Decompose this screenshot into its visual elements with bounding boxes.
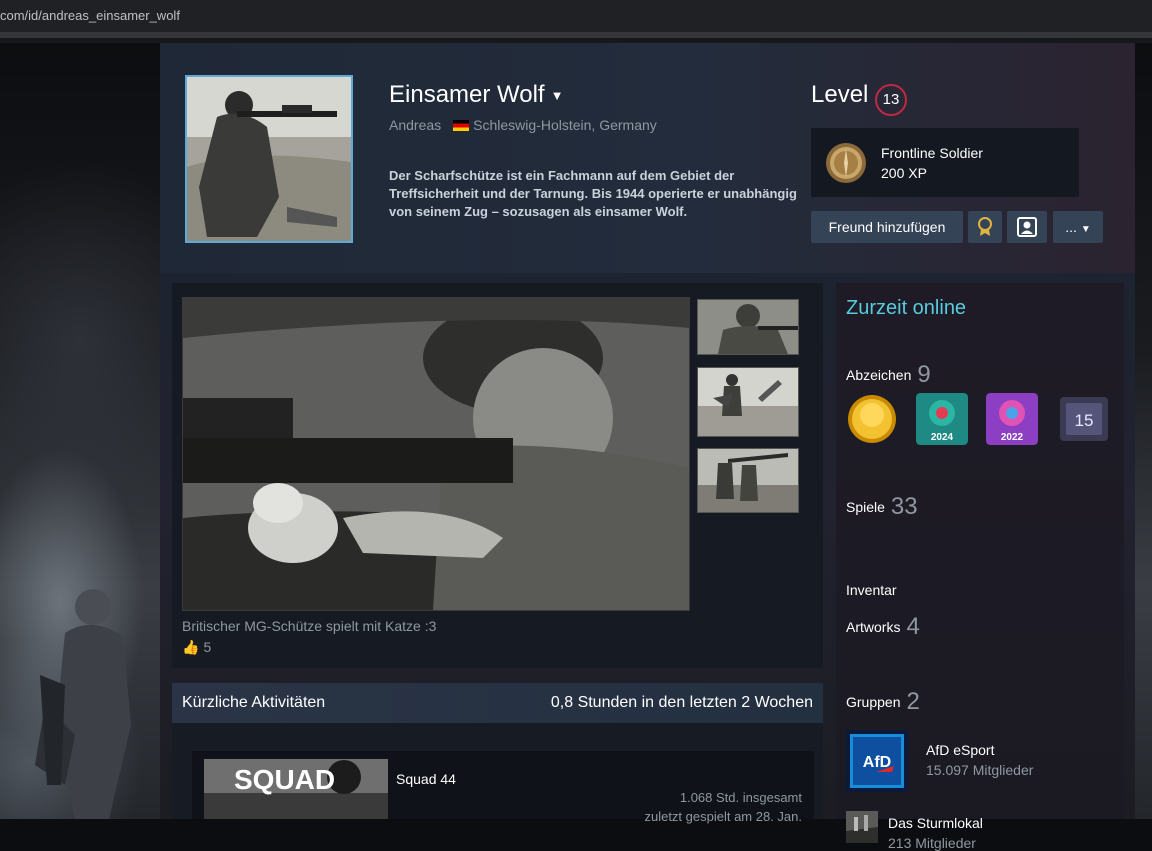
games-link[interactable]: Spiele 33 <box>846 493 918 521</box>
group-members: 213 Mitglieder <box>888 835 976 851</box>
medal-icon <box>826 143 866 183</box>
chevron-down-icon: ▼ <box>1080 224 1091 235</box>
game-capsule[interactable]: SQUAD <box>204 759 388 819</box>
profile-header: Einsamer Wolf ▼ Andreas Schleswig-Holstein… <box>160 43 1135 273</box>
thumbnail-image <box>698 449 798 512</box>
award-button[interactable] <box>968 211 1002 243</box>
real-name: Andreas <box>389 117 442 133</box>
background-soldier-figure <box>35 589 131 819</box>
germany-flag-icon <box>453 120 470 131</box>
avatar-image <box>187 77 351 241</box>
screenshot-caption: Britischer MG-Schütze spielt mit Katze :… <box>182 618 437 634</box>
level-badge[interactable]: 13 <box>875 84 907 116</box>
screenshot-thumbnail[interactable] <box>697 367 799 437</box>
recent-activity-hours: 0,8 Stunden in den letzten 2 Wochen <box>550 694 813 711</box>
group-name[interactable]: AfD eSport <box>926 742 994 758</box>
game-capsule-image: SQUAD <box>204 759 388 819</box>
level-label: Level <box>811 81 869 108</box>
featured-screenshot[interactable] <box>182 297 690 611</box>
game-total-hours: 1.068 Std. insgesamt <box>679 790 802 805</box>
game-name[interactable]: Squad 44 <box>396 771 456 787</box>
group-logo-afd-icon[interactable]: AfD <box>846 730 908 792</box>
more-options-button[interactable]: ... ▼ <box>1053 211 1103 243</box>
steam-2024-badge-icon[interactable]: 2024 <box>916 393 968 445</box>
inventory-label: Inventar <box>846 582 897 598</box>
browser-address-bar[interactable]: com/id/andreas_einsamer_wolf <box>0 0 1152 32</box>
game-last-played: zuletzt gespielt am 28. Jan. <box>644 809 802 824</box>
recent-game-row: SQUAD Squad 44 1.068 Std. insgesamt zule… <box>192 751 814 824</box>
thumbnail-image <box>698 300 798 354</box>
group-name[interactable]: Das Sturmlokal <box>888 815 983 831</box>
groups-count: 2 <box>906 688 920 715</box>
location-text: Schleswig-Holstein, Germany <box>473 117 657 133</box>
game-capsule-text: SQUAD <box>234 764 335 795</box>
badges-label: Abzeichen <box>846 367 912 383</box>
user-icon <box>1017 217 1037 237</box>
persona-name[interactable]: Einsamer Wolf ▼ <box>389 81 563 109</box>
artwork-link[interactable]: Artworks 4 <box>846 613 920 641</box>
avatar[interactable] <box>185 75 353 243</box>
steam-2022-badge-icon[interactable]: 2022 <box>986 393 1038 445</box>
badge-years-text: 15 <box>1075 411 1094 430</box>
games-label: Spiele <box>846 499 885 515</box>
badge-title: Frontline Soldier <box>881 145 983 161</box>
artwork-count: 4 <box>906 613 920 640</box>
thumbnail-image <box>698 368 798 436</box>
years-15-badge-icon[interactable]: 15 <box>1058 393 1110 445</box>
recent-activity-title[interactable]: Kürzliche Aktivitäten <box>182 694 325 712</box>
featured-screenshot-image <box>183 298 689 610</box>
screenshot-thumbnail[interactable] <box>697 299 799 355</box>
recent-activity-body: SQUAD Squad 44 1.068 Std. insgesamt zule… <box>172 723 823 824</box>
recent-activity-header: Kürzliche Aktivitäten 0,8 Stunden in den… <box>172 683 823 723</box>
thumbs-up-icon: 👍 <box>182 639 200 655</box>
screenshot-showcase: Britischer MG-Schütze spielt mit Katze :… <box>172 283 823 668</box>
badge-xp: 200 XP <box>881 165 927 181</box>
profile-sidebar: Zurzeit online Abzeichen 9 2024 2022 15 S… <box>836 283 1124 851</box>
profile-panel: Einsamer Wolf ▼ Andreas Schleswig-Holstein… <box>160 43 1135 851</box>
likes-count: 5 <box>203 639 212 655</box>
badges-link[interactable]: Abzeichen 9 <box>846 361 931 389</box>
groups-label: Gruppen <box>846 694 901 710</box>
screenshot-thumbnail[interactable] <box>697 448 799 513</box>
more-label: ... <box>1065 219 1077 235</box>
award-icon <box>978 217 992 236</box>
persona-name-text: Einsamer Wolf <box>389 81 545 108</box>
real-name-location: Andreas Schleswig-Holstein, Germany <box>389 117 657 133</box>
group-members: 15.097 Mitglieder <box>926 762 1034 778</box>
add-friend-button[interactable]: Freund hinzufügen <box>811 211 963 243</box>
badge-year-text: 2024 <box>931 432 954 443</box>
online-status: Zurzeit online <box>846 297 967 319</box>
badges-count: 9 <box>917 361 931 388</box>
badge-year-text: 2022 <box>1001 432 1024 443</box>
games-count: 33 <box>890 493 918 520</box>
chevron-down-icon[interactable]: ▼ <box>551 88 564 103</box>
favorite-badge[interactable]: Frontline Soldier 200 XP <box>811 128 1079 197</box>
screenshot-likes[interactable]: 👍 5 <box>182 639 211 656</box>
group-logo-sturmlokal-icon[interactable] <box>846 811 878 843</box>
groups-link[interactable]: Gruppen 2 <box>846 688 920 716</box>
user-profile-button[interactable] <box>1007 211 1047 243</box>
url-text[interactable]: com/id/andreas_einsamer_wolf <box>0 8 180 23</box>
inventory-link[interactable]: Inventar <box>846 582 897 598</box>
artwork-label: Artworks <box>846 619 901 635</box>
profile-summary: Der Scharfschütze ist ein Fachmann auf d… <box>389 168 797 219</box>
gold-coin-badge-icon[interactable] <box>846 393 898 445</box>
